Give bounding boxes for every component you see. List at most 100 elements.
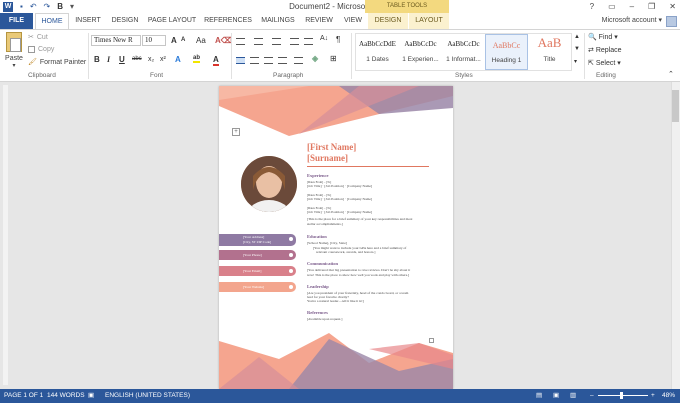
- tab-page-layout[interactable]: PAGE LAYOUT: [146, 13, 198, 29]
- collapse-ribbon-icon[interactable]: ⌃: [668, 70, 674, 78]
- contact-email[interactable]: [Your Email]: [219, 266, 296, 276]
- show-marks-button[interactable]: ¶: [336, 35, 340, 44]
- zoom-slider[interactable]: [598, 395, 648, 396]
- ribbon-display-icon[interactable]: ▭: [608, 2, 616, 11]
- grow-font-button[interactable]: A: [171, 36, 177, 45]
- multilevel-list-icon[interactable]: [272, 38, 281, 45]
- font-group-label: Font: [150, 72, 164, 79]
- paste-label: Paste: [5, 55, 23, 62]
- section-leadership: Leadership: [307, 284, 329, 289]
- tab-view[interactable]: VIEW: [340, 13, 366, 29]
- highlight-button[interactable]: ab: [193, 55, 201, 63]
- justify-icon[interactable]: [278, 57, 287, 64]
- font-family-input[interactable]: Times New R: [91, 35, 141, 46]
- style-sample: AaBbCcDc: [447, 40, 480, 48]
- copy-button[interactable]: Copy: [28, 46, 54, 53]
- contact-phone[interactable]: [Your Phone]: [219, 250, 296, 260]
- section-experience: Experience: [307, 173, 329, 178]
- word-count[interactable]: 144 WORDS: [47, 389, 85, 403]
- change-case-button[interactable]: Aa: [196, 36, 206, 45]
- zoom-slider-thumb[interactable]: [620, 392, 623, 399]
- tab-table-design[interactable]: DESIGN: [368, 13, 408, 29]
- superscript-button[interactable]: x²: [160, 56, 166, 63]
- zoom-level[interactable]: 48%: [662, 389, 675, 403]
- styles-more-icon[interactable]: ▾: [574, 58, 577, 65]
- shading-icon[interactable]: ◈: [312, 54, 318, 63]
- style-1-dates[interactable]: AaBbCcDdE 1 Dates: [356, 34, 399, 70]
- strikethrough-button[interactable]: abc: [132, 56, 142, 62]
- print-layout-icon[interactable]: ▣: [553, 389, 559, 403]
- bottom-decoration: [219, 333, 453, 389]
- style-1-information[interactable]: AaBbCcDc 1 Informat...: [442, 34, 485, 70]
- paste-button[interactable]: Paste ▾: [4, 32, 24, 69]
- italic-button[interactable]: I: [107, 55, 110, 64]
- cv-name[interactable]: [First Name] [Surname]: [307, 142, 356, 164]
- web-layout-icon[interactable]: ▥: [570, 389, 576, 403]
- close-icon[interactable]: ✕: [669, 2, 676, 11]
- clear-formatting-button[interactable]: A⌫: [215, 36, 232, 45]
- align-center-icon[interactable]: [250, 57, 259, 64]
- shrink-font-button[interactable]: A: [181, 37, 185, 43]
- help-icon[interactable]: ?: [590, 2, 594, 11]
- proofing-icon[interactable]: ▣: [88, 389, 94, 403]
- tab-design[interactable]: DESIGN: [108, 13, 142, 29]
- styles-scroll-up-icon[interactable]: ▲: [574, 34, 580, 40]
- styles-scroll-down-icon[interactable]: ▼: [574, 46, 580, 52]
- increase-indent-icon[interactable]: [304, 38, 313, 45]
- style-1-experience[interactable]: AaBbCcDc 1 Experien...: [399, 34, 442, 70]
- align-right-icon[interactable]: [264, 57, 273, 64]
- scrollbar-thumb[interactable]: [672, 90, 679, 122]
- document-page[interactable]: + [First Name] [Surname] Experience [Dat…: [219, 86, 453, 389]
- align-left-icon[interactable]: [236, 57, 245, 64]
- group-divider: [584, 33, 585, 79]
- style-heading-1[interactable]: AaBbCc Heading 1: [485, 34, 528, 70]
- style-title[interactable]: AaB Title: [528, 34, 571, 70]
- replace-button[interactable]: ⇄ Replace: [588, 46, 622, 54]
- tab-mailings[interactable]: MAILINGS: [258, 13, 298, 29]
- numbering-icon[interactable]: [254, 38, 263, 45]
- bold-button[interactable]: B: [94, 55, 100, 64]
- language[interactable]: ENGLISH (UNITED STATES): [105, 389, 190, 403]
- find-button[interactable]: 🔍 Find ▾: [588, 33, 618, 41]
- underline-button[interactable]: U: [119, 55, 125, 64]
- profile-photo[interactable]: [241, 156, 297, 212]
- account-name[interactable]: Microsoft account ▾: [602, 13, 662, 29]
- restore-icon[interactable]: ❐: [648, 2, 655, 11]
- account-avatar[interactable]: [666, 16, 677, 27]
- font-color-button[interactable]: A: [213, 55, 219, 66]
- table-move-handle[interactable]: +: [232, 128, 240, 136]
- clipboard-group-label: Clipboard: [28, 72, 56, 79]
- contact-address[interactable]: [Your Address] [City, ST ZIP Code]: [219, 234, 296, 246]
- select-button[interactable]: ⇱ Select ▾: [588, 59, 621, 67]
- tab-review[interactable]: REVIEW: [302, 13, 336, 29]
- zoom-in-button[interactable]: +: [651, 389, 655, 403]
- tab-file[interactable]: FILE: [0, 13, 33, 29]
- ribbon-tabs: FILE HOME INSERT DESIGN PAGE LAYOUT REFE…: [0, 13, 680, 29]
- format-painter-button[interactable]: 🖌 Format Painter: [28, 58, 86, 67]
- minimize-icon[interactable]: –: [630, 2, 634, 11]
- style-name: 1 Dates: [366, 56, 389, 63]
- zoom-out-button[interactable]: –: [590, 389, 594, 403]
- decrease-indent-icon[interactable]: [290, 38, 299, 45]
- cut-button[interactable]: ✂ Cut: [28, 33, 48, 42]
- contact-website[interactable]: [Your Website]: [219, 282, 296, 292]
- read-mode-icon[interactable]: ▤: [536, 389, 542, 403]
- styles-gallery: AaBbCcDdE 1 Dates AaBbCcDc 1 Experien...…: [355, 33, 572, 71]
- tab-table-layout[interactable]: LAYOUT: [409, 13, 449, 29]
- tab-insert[interactable]: INSERT: [71, 13, 105, 29]
- vertical-scrollbar[interactable]: [671, 82, 680, 389]
- subscript-button[interactable]: x₂: [148, 56, 154, 63]
- text-effects-button[interactable]: A: [175, 55, 181, 64]
- sort-icon[interactable]: A↓: [320, 35, 328, 42]
- style-sample: AaB: [537, 35, 562, 50]
- borders-icon[interactable]: ⊞: [330, 54, 337, 63]
- exp3-title: [Job Title] · [Job Position] · [Company …: [307, 210, 373, 214]
- font-size-input[interactable]: 10: [142, 35, 166, 46]
- bullets-icon[interactable]: [236, 38, 245, 45]
- page-count[interactable]: PAGE 1 OF 1: [4, 389, 43, 403]
- paste-dropdown-icon[interactable]: ▾: [4, 62, 24, 69]
- tab-references[interactable]: REFERENCES: [203, 13, 253, 29]
- ref-text: [Available upon request.]: [307, 317, 343, 321]
- line-spacing-icon[interactable]: [294, 57, 303, 64]
- tab-home[interactable]: HOME: [35, 13, 69, 29]
